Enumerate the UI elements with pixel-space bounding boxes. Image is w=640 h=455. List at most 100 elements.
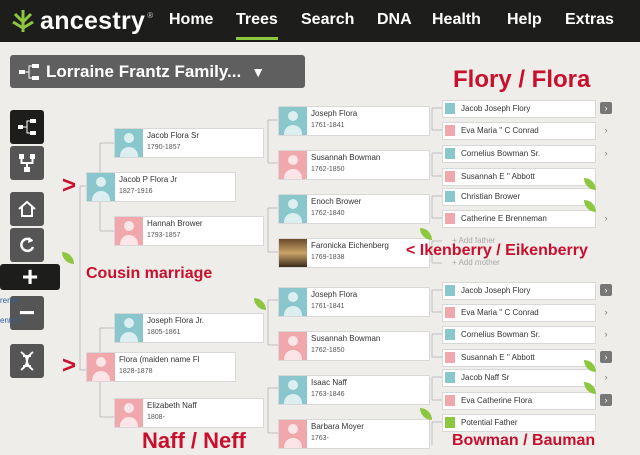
ancestor-card[interactable]: Christian Brower [442,188,596,206]
person-card[interactable]: Joseph Flora 1761-1841 [278,287,430,317]
ancestor-name: Jacob Joseph Flory [461,286,531,295]
male-avatar-icon [279,376,307,404]
expand-arrow-icon[interactable]: › [600,328,612,340]
expand-arrow-icon[interactable]: › [600,351,612,363]
person-card[interactable]: Isaac Naff 1763-1846 [278,375,430,405]
person-card[interactable]: Joseph Flora Jr. 1805-1861 [114,313,264,343]
ancestor-name: Jacob Naff Sr [461,373,510,382]
portrait-photo [279,239,307,267]
person-card[interactable]: Flora (maiden name Fl 1828-1878 [86,352,236,382]
person-name: Jacob P Flora Jr [119,175,178,184]
person-dates: 1761-1841 [311,303,345,310]
ancestor-name: Susannah E '' Abbott [461,172,535,181]
annotation-flory: Flory / Flora [453,66,591,93]
female-avatar-icon [445,395,455,406]
female-avatar-icon [445,307,455,318]
person-card[interactable]: Elizabeth Naff 1808- [114,398,264,428]
ancestor-name: Jacob Joseph Flory [461,104,531,113]
person-name: Susannah Bowman [311,334,381,343]
ancestor-card[interactable]: Eva Maria '' C Conrad [442,304,596,322]
person-name: Susannah Bowman [311,153,381,162]
expand-arrow-icon[interactable]: › [600,394,612,406]
ancestor-card[interactable]: Jacob Joseph Flory [442,282,596,300]
male-avatar-icon [279,195,307,223]
person-name: Flora (maiden name Fl [119,355,200,364]
ancestor-card[interactable]: Susannah E '' Abbott [442,168,596,186]
person-dates: 1762-1840 [311,210,345,217]
ancestor-card[interactable]: Eva Maria '' C Conrad [442,122,596,140]
expand-arrow-icon[interactable]: › [600,147,612,159]
person-dates: 1790-1857 [147,144,181,151]
ancestor-name: Catherine E Brenneman [461,214,547,223]
ancestor-card[interactable]: Eva Catherine Flora [442,392,596,410]
ancestor-name: Cornelius Bowman Sr. [461,149,541,158]
male-avatar-icon [279,107,307,135]
ancestor-name: Cornelius Bowman Sr. [461,330,541,339]
male-avatar-icon [445,329,455,340]
person-name: Elizabeth Naff [147,401,197,410]
male-avatar-icon [445,285,455,296]
female-avatar-icon [115,399,143,427]
ancestor-card[interactable]: Cornelius Bowman Sr. [442,326,596,344]
female-avatar-icon [279,420,307,448]
person-name: Hannah Brower [147,219,203,228]
person-card[interactable]: Jacob Flora Sr 1790-1857 [114,128,264,158]
expand-arrow-icon[interactable]: › [600,284,612,296]
person-dates: 1827-1916 [119,188,153,195]
male-avatar-icon [445,372,455,383]
ancestor-name: Potential Father [461,418,518,427]
person-card[interactable]: Enoch Brower 1762-1840 [278,194,430,224]
male-avatar-icon [445,148,455,159]
male-avatar-icon [279,288,307,316]
annotation-ikenberry: < Ikenberry / Eikenberry [406,242,588,259]
person-dates: 1761-1841 [311,122,345,129]
person-dates: 1793-1857 [147,232,181,239]
annotation-pointer: > [62,352,77,379]
ancestor-card[interactable]: Catherine E Brenneman [442,210,596,228]
ancestor-card[interactable]: Jacob Joseph Flory [442,100,596,118]
person-dates: 1763-1846 [311,391,345,398]
male-avatar-icon [115,314,143,342]
person-name: Barbara Moyer [311,422,364,431]
female-avatar-icon [445,171,455,182]
annotation-pointer: > [62,172,77,199]
person-card[interactable]: Joseph Flora 1761-1841 [278,106,430,136]
male-avatar-icon [445,103,455,114]
ancestor-card[interactable]: Jacob Naff Sr [442,369,596,387]
person-card[interactable]: Jacob P Flora Jr 1827-1916 [86,172,236,202]
expand-arrow-icon[interactable]: › [600,124,612,136]
male-avatar-icon [87,173,115,201]
ancestor-card[interactable]: Susannah E '' Abbott [442,349,596,367]
person-card[interactable]: Susannah Bowman 1762-1850 [278,331,430,361]
female-avatar-icon [445,352,455,363]
female-avatar-icon [279,332,307,360]
person-name: Jacob Flora Sr [147,131,200,140]
female-avatar-icon [445,125,455,136]
ancestor-name: Susannah E '' Abbott [461,353,535,362]
person-name: Faronicka Eichenberg [311,241,389,250]
female-avatar-icon [87,353,115,381]
person-name: Enoch Brower [311,197,362,206]
expand-arrow-icon[interactable]: › [600,371,612,383]
ancestor-card[interactable]: Potential Father [442,414,596,432]
annotation-cousin-marriage: Cousin marriage [86,265,213,282]
annotation-bowman: Bowman / Bauman [452,432,596,449]
ancestor-name: Eva Maria '' C Conrad [461,126,539,135]
person-dates: 1762-1850 [311,166,345,173]
ancestor-name: Christian Brower [461,192,521,201]
person-card[interactable]: Susannah Bowman 1762-1850 [278,150,430,180]
expand-arrow-icon[interactable]: › [600,212,612,224]
male-avatar-icon [115,129,143,157]
person-card[interactable]: Hannah Brower 1793-1857 [114,216,264,246]
person-card[interactable]: Barbara Moyer 1763- [278,419,430,449]
person-dates: 1828-1878 [119,368,153,375]
male-avatar-icon [445,191,455,202]
female-avatar-icon [279,151,307,179]
person-dates: 1763- [311,435,329,442]
expand-arrow-icon[interactable]: › [600,306,612,318]
person-dates: 1762-1850 [311,347,345,354]
female-avatar-icon [115,217,143,245]
ancestor-card[interactable]: Cornelius Bowman Sr. [442,145,596,163]
expand-arrow-icon[interactable]: › [600,102,612,114]
person-dates: 1769-1838 [311,254,345,261]
